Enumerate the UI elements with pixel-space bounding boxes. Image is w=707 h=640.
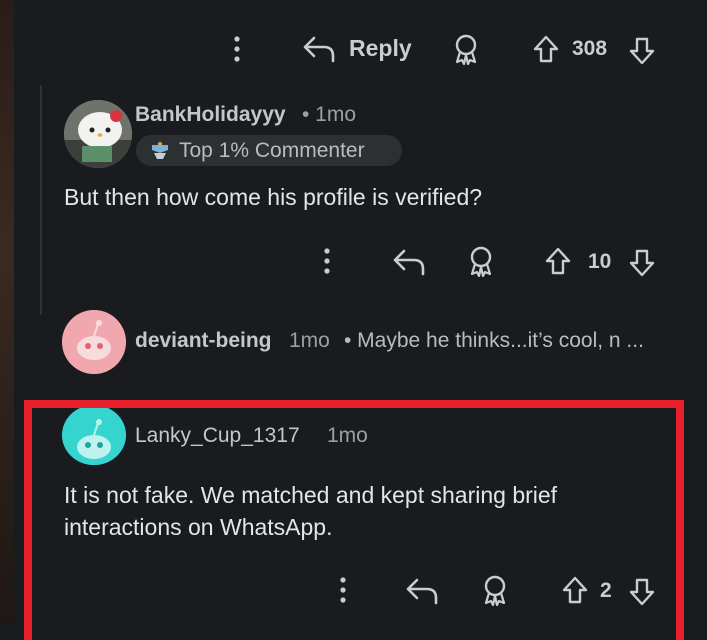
avatar[interactable] — [62, 310, 126, 374]
more-options-icon[interactable] — [320, 246, 334, 276]
upvote-icon[interactable] — [532, 34, 560, 64]
avatar[interactable] — [64, 100, 132, 168]
timestamp: 1mo — [289, 329, 330, 352]
more-options-icon[interactable] — [230, 34, 244, 64]
thread-line — [40, 85, 42, 315]
highlight-box — [24, 400, 684, 640]
commenter-badge-icon — [149, 141, 171, 161]
username[interactable]: BankHolidayyy — [135, 103, 286, 127]
vote-count: 308 — [572, 37, 608, 60]
reply-icon[interactable] — [392, 248, 426, 276]
comment-preview: • Maybe he thinks...it’s cool, n ... — [344, 329, 644, 352]
upvote-icon[interactable] — [544, 246, 572, 276]
comment-text: But then how come his profile is verifie… — [64, 184, 483, 210]
vote-count: 10 — [588, 250, 612, 273]
reply-button[interactable]: Reply — [349, 35, 412, 62]
downvote-icon[interactable] — [628, 36, 656, 66]
badge-label: Top 1% Commenter — [179, 139, 365, 162]
top-commenter-badge[interactable]: Top 1% Commenter — [136, 135, 402, 166]
username[interactable]: deviant-being — [135, 329, 272, 353]
timestamp: • 1mo — [302, 103, 357, 126]
award-icon[interactable] — [466, 245, 496, 277]
downvote-icon[interactable] — [628, 248, 656, 278]
background-edge — [0, 0, 14, 623]
reply-icon[interactable] — [302, 35, 336, 63]
award-icon[interactable] — [451, 33, 481, 65]
